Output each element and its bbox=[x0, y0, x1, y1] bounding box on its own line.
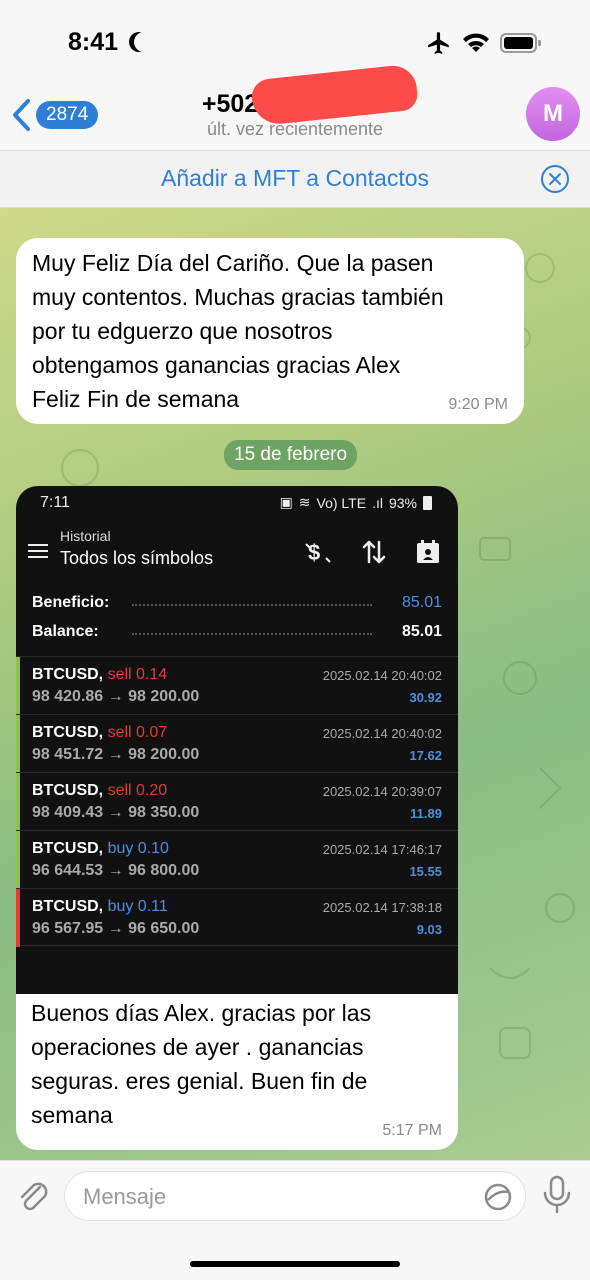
sticker-icon[interactable] bbox=[483, 1182, 513, 1212]
status-icons bbox=[426, 30, 542, 56]
message-time: 5:17 PM bbox=[382, 1122, 442, 1139]
history-label: Historial bbox=[60, 528, 111, 544]
symbols-label: Todos los símbolos bbox=[60, 548, 214, 568]
last-seen-status: últ. vez recientemente bbox=[206, 119, 384, 139]
trade-side: sell 0.07 bbox=[107, 724, 168, 741]
trade-side: sell 0.20 bbox=[107, 782, 168, 799]
screenshot-time: 7:11 bbox=[40, 494, 70, 511]
attached-screenshot[interactable]: 7:11 ▣ ≋ Vo) LTE .ıl 93% Historial Todos… bbox=[16, 486, 458, 994]
balance-label: Balance: bbox=[32, 623, 99, 640]
notification-icon: ▣ bbox=[279, 494, 293, 510]
trade-timestamp: 2025.02.14 20:40:02 bbox=[322, 668, 442, 683]
trade-side: sell 0.14 bbox=[107, 666, 168, 683]
message-bubble[interactable]: Muy Feliz Día del Cariño. Que la pasen m… bbox=[16, 238, 524, 424]
add-contact-bar: Añadir a MFT a Contactos bbox=[0, 150, 590, 208]
calendar-icon bbox=[417, 540, 439, 563]
trade-symbol: BTCUSD, bbox=[32, 898, 104, 915]
balance-value: 85.01 bbox=[401, 623, 442, 640]
sort-icon bbox=[362, 540, 386, 564]
screenshot-app-header: Historial Todos los símbolos $ bbox=[16, 520, 458, 580]
battery-percent: 93% bbox=[388, 494, 417, 511]
screenshot-status-bar: 7:11 ▣ ≋ Vo) LTE .ıl 93% bbox=[16, 486, 458, 520]
trade-row: BTCUSD, sell 0.20 98 409.43 → 98 350.00 … bbox=[16, 772, 458, 831]
trade-profit: 15.55 bbox=[409, 864, 442, 879]
avatar[interactable]: M bbox=[526, 87, 580, 141]
trade-open: 96 567.95 bbox=[32, 920, 104, 937]
trade-open: 98 409.43 bbox=[32, 804, 104, 821]
trade-row: BTCUSD, sell 0.07 98 451.72 → 98 200.00 … bbox=[16, 714, 458, 773]
trade-side: buy 0.10 bbox=[107, 840, 169, 857]
battery-icon bbox=[423, 495, 432, 510]
trade-row: BTCUSD, buy 0.10 96 644.53 → 96 800.00 2… bbox=[16, 830, 458, 889]
trade-open: 98 420.86 bbox=[32, 688, 104, 705]
paperclip-icon[interactable] bbox=[14, 1175, 50, 1215]
message-placeholder: Mensaje bbox=[83, 1184, 167, 1209]
trade-symbol: BTCUSD, bbox=[32, 724, 104, 741]
home-indicator bbox=[190, 1261, 400, 1267]
profit-value: 85.01 bbox=[401, 594, 442, 611]
trade-open: 96 644.53 bbox=[32, 862, 104, 879]
chat-header: 2874 +502 últ. vez recientemente M bbox=[0, 63, 590, 150]
close-icon[interactable] bbox=[540, 164, 570, 194]
battery-icon bbox=[500, 33, 541, 53]
status-bar: 8:41 bbox=[0, 0, 590, 88]
trade-close: 98 200.00 bbox=[128, 746, 200, 763]
svg-text:$: $ bbox=[308, 540, 320, 565]
trade-timestamp: 2025.02.14 17:46:17 bbox=[322, 842, 442, 857]
trade-symbol: BTCUSD, bbox=[32, 782, 104, 799]
trade-profit: 11.89 bbox=[410, 806, 442, 821]
wifi-icon: ≋ bbox=[298, 494, 311, 510]
trade-symbol: BTCUSD, bbox=[32, 840, 104, 857]
signal-icon: .ıl bbox=[372, 494, 383, 511]
moon-icon bbox=[134, 32, 154, 52]
avatar-letter: M bbox=[543, 100, 563, 127]
trade-open: 98 451.72 bbox=[32, 746, 104, 763]
message-text: Buenos días Alex. gracias por las operac… bbox=[31, 1000, 372, 1128]
message-time: 9:20 PM bbox=[448, 396, 508, 413]
microphone-icon[interactable] bbox=[540, 1175, 574, 1215]
trade-timestamp: 2025.02.14 20:40:02 bbox=[322, 726, 442, 741]
message-bubble-with-image[interactable]: 7:11 ▣ ≋ Vo) LTE .ıl 93% Historial Todos… bbox=[16, 486, 458, 1150]
trade-profit: 30.92 bbox=[409, 690, 442, 705]
airplane-icon bbox=[428, 32, 449, 54]
trade-timestamp: 2025.02.14 17:38:18 bbox=[322, 900, 442, 915]
message-text: Muy Feliz Día del Cariño. Que la pasen m… bbox=[32, 250, 444, 412]
profit-row: Beneficio: 85.01 bbox=[32, 590, 442, 618]
wifi-icon bbox=[463, 33, 489, 52]
chat-area[interactable]: Muy Feliz Día del Cariño. Que la pasen m… bbox=[0, 208, 590, 1160]
trade-row: BTCUSD, sell 0.14 98 420.86 → 98 200.00 … bbox=[16, 656, 458, 715]
currency-icon: $ bbox=[305, 540, 331, 565]
status-time: 8:41 bbox=[68, 28, 119, 56]
trade-side: buy 0.11 bbox=[107, 898, 168, 915]
add-contact-link[interactable]: Añadir a MFT a Contactos bbox=[0, 165, 590, 192]
message-input[interactable]: Mensaje bbox=[64, 1171, 526, 1221]
trade-close: 98 200.00 bbox=[128, 688, 200, 705]
trade-timestamp: 2025.02.14 20:39:07 bbox=[322, 784, 442, 799]
network-label: Vo) LTE bbox=[316, 494, 367, 511]
trade-close: 96 650.00 bbox=[128, 920, 200, 937]
message-input-bar: Mensaje bbox=[0, 1160, 590, 1280]
trade-profit: 9.03 bbox=[416, 922, 442, 937]
date-separator: 15 de febrero bbox=[224, 440, 358, 470]
balance-row: Balance: 85.01 bbox=[32, 619, 442, 647]
trade-symbol: BTCUSD, bbox=[32, 666, 104, 683]
screenshot-status-icons: ▣ ≋ Vo) LTE .ıl 93% bbox=[280, 494, 432, 511]
trade-close: 98 350.00 bbox=[128, 804, 200, 821]
trade-row: BTCUSD, buy 0.11 96 567.95 → 96 650.00 2… bbox=[16, 888, 458, 947]
trade-profit: 17.62 bbox=[409, 748, 442, 763]
contact-phone: +502 bbox=[201, 90, 259, 118]
profit-label: Beneficio: bbox=[32, 594, 110, 611]
menu-icon bbox=[28, 544, 48, 558]
trade-close: 96 800.00 bbox=[128, 862, 200, 879]
